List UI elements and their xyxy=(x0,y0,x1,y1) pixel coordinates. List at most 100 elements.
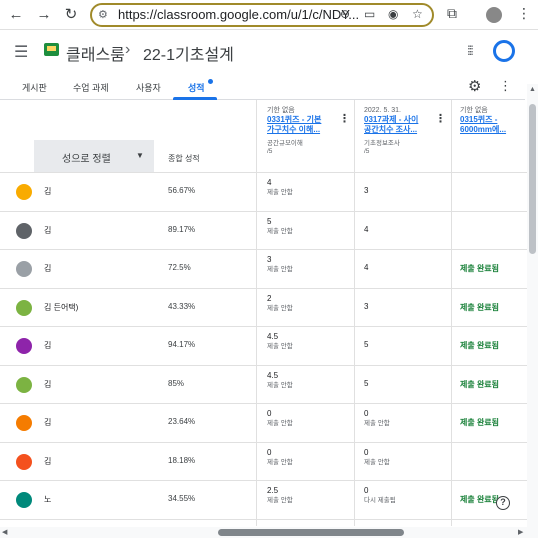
zoom-icon[interactable]: ⊖ xyxy=(340,7,350,21)
grade-cell[interactable]: 3 xyxy=(364,294,368,312)
grade-cell[interactable]: 5 xyxy=(267,525,271,527)
table-row: 김 23.64% 0 제출 안함 0 제출 안함 제출 완료됨 xyxy=(0,403,527,441)
grade-cell[interactable]: 2 제출 안함 xyxy=(267,294,293,313)
grade-cell[interactable]: 5 제출 안함 xyxy=(267,217,293,236)
grade-cell[interactable]: 4.5 제출 안함 xyxy=(267,332,293,351)
avatar[interactable] xyxy=(16,338,32,354)
student-name[interactable]: 김 xyxy=(44,225,51,236)
apps-grid-icon[interactable]: ⁞⁞⁞ xyxy=(467,43,474,58)
student-name[interactable]: 김 xyxy=(44,263,51,274)
submitted-status: 제출 완료됨 xyxy=(460,302,500,312)
tab-notification-dot xyxy=(208,79,213,84)
grade-cell[interactable]: 제출 완료됨 xyxy=(460,255,499,274)
scroll-thumb[interactable] xyxy=(529,104,536,254)
table-row: 김 든어택) 43.33% 2 제출 안함 3 제출 완료됨 xyxy=(0,287,527,326)
grade-cell[interactable]: 0 다시 제출됨 xyxy=(364,486,396,505)
grade-value: 4 xyxy=(364,224,369,234)
grade-cell[interactable]: 2.5 제출 안함 xyxy=(267,486,293,505)
address-url[interactable]: https://classroom.google.com/u/1/c/NDY..… xyxy=(118,7,359,22)
horizontal-scrollbar[interactable]: ◀ ▶ xyxy=(0,527,538,538)
tab-grades[interactable]: 성적 xyxy=(188,81,205,94)
grade-value: 5 xyxy=(364,340,369,349)
forward-icon[interactable]: → xyxy=(34,5,54,25)
settings-icon[interactable]: ⚙ xyxy=(468,77,481,95)
grade-cell[interactable]: 3 제출 안함 xyxy=(267,255,293,274)
student-name[interactable]: 김 xyxy=(44,456,51,467)
star-icon[interactable]: ☆ xyxy=(412,7,423,21)
student-name[interactable]: 노 xyxy=(44,494,51,505)
submission-status: 제출 안함 xyxy=(267,227,293,235)
more-vert-icon[interactable]: ⋮ xyxy=(435,112,446,125)
grade-cell[interactable]: 제출 완료됨 xyxy=(460,486,499,505)
grade-cell[interactable]: 제출 완료됨 xyxy=(460,371,499,390)
submitted-status: 제출 완료됨 xyxy=(460,495,500,504)
submission-status: 다시 제출됨 xyxy=(364,497,396,504)
table-row: 김 72.5% 3 제출 안함 4 제출 완료됨 xyxy=(0,249,527,287)
submission-status: 제출 안함 xyxy=(267,420,293,427)
scroll-left-icon[interactable]: ◀ xyxy=(2,528,7,536)
grade-cell[interactable]: 4 제출 안함 xyxy=(267,178,293,197)
avatar[interactable] xyxy=(16,184,32,200)
avatar[interactable] xyxy=(16,261,32,277)
class-title[interactable]: 22-1기초설계 xyxy=(143,41,234,65)
student-name[interactable]: 김 xyxy=(44,379,51,390)
browser-toolbar: ← → ↻ ⚙ https://classroom.google.com/u/1… xyxy=(0,0,538,30)
grade-cell[interactable]: 4 xyxy=(364,255,368,273)
grade-cell[interactable]: 0 제출 안함 xyxy=(267,448,293,467)
student-name[interactable]: 김 xyxy=(44,417,51,428)
student-name[interactable]: 김 xyxy=(44,186,51,197)
grade-cell[interactable]: 4.5 제출 안함 xyxy=(267,371,293,390)
help-icon[interactable]: ? xyxy=(496,496,510,510)
grade-cell[interactable]: 4 xyxy=(364,217,368,235)
chrome-menu-icon[interactable]: ⋮ xyxy=(517,5,531,22)
grade-cell[interactable]: 0 제출 안함 xyxy=(364,448,390,467)
grade-cell[interactable]: 5 xyxy=(364,332,368,350)
grade-cell[interactable]: 제출 완료됨 xyxy=(460,332,499,351)
grades-grid: 성으로 정렬 ▼ 종합 성적 기한 없음 0331퀴즈 - 기본 가구치수 이해… xyxy=(0,100,527,526)
avatar[interactable] xyxy=(16,222,32,239)
tab-people[interactable]: 사용자 xyxy=(136,81,161,94)
grade-cell[interactable]: 0 제출 안함 xyxy=(267,409,293,428)
cast-icon[interactable]: ▭ xyxy=(364,7,375,21)
more-vert-icon[interactable]: ⋮ xyxy=(339,112,350,125)
grade-value: 4.5 xyxy=(267,370,279,380)
classroom-logo-icon[interactable] xyxy=(44,43,59,56)
assignment-header: 기한 없음 0315퀴즈 - 6000mm에... xyxy=(460,106,527,135)
grade-cell[interactable]: 3 xyxy=(364,178,368,196)
more-vert-icon[interactable]: ⋮ xyxy=(499,78,512,94)
avatar[interactable] xyxy=(16,299,32,316)
tab-stream[interactable]: 게시판 xyxy=(22,81,47,94)
breadcrumb-separator: › xyxy=(125,41,131,58)
app-title[interactable]: 클래스룸 xyxy=(66,41,125,65)
avatar[interactable] xyxy=(16,453,32,470)
app-header: ☰ 클래스룸 › 22-1기초설계 ⁞⁞⁞ xyxy=(0,30,538,74)
menu-icon[interactable]: ☰ xyxy=(14,42,28,62)
screenshot-icon[interactable]: ◉ xyxy=(388,7,398,21)
overall-grade: 56.67% xyxy=(168,186,196,195)
submitted-status: 제출 완료됨 xyxy=(460,341,500,350)
avatar[interactable] xyxy=(16,376,32,393)
grade-cell[interactable]: 0 제출 안함 xyxy=(364,409,390,428)
grade-cell[interactable]: 제출 완료됨 xyxy=(460,409,499,428)
grade-value: 4 xyxy=(364,263,369,272)
site-info-icon[interactable]: ⚙ xyxy=(98,8,108,21)
address-bar[interactable]: ⚙ https://classroom.google.com/u/1/c/NDY… xyxy=(90,3,434,27)
student-name[interactable]: 김 xyxy=(44,340,51,351)
student-name[interactable]: 김 든어택) xyxy=(44,302,78,313)
avatar[interactable] xyxy=(16,415,32,431)
grade-cell[interactable]: 5 xyxy=(364,371,368,389)
tab-classwork[interactable]: 수업 과제 xyxy=(73,81,109,94)
grade-cell[interactable]: 제출 완료됨 xyxy=(460,294,499,313)
scroll-up-icon[interactable]: ▲ xyxy=(529,86,536,93)
assignment-title-link[interactable]: 0315퀴즈 - 6000mm에... xyxy=(460,115,527,135)
reload-icon[interactable]: ↻ xyxy=(61,5,81,25)
avatar[interactable] xyxy=(16,492,32,508)
back-icon[interactable]: ← xyxy=(6,5,26,25)
vertical-scrollbar[interactable]: ▲ xyxy=(527,84,538,528)
scroll-thumb[interactable] xyxy=(218,529,404,536)
scroll-right-icon[interactable]: ▶ xyxy=(518,528,523,536)
extensions-icon[interactable]: ⧉ xyxy=(447,5,457,22)
profile-icon[interactable] xyxy=(486,7,502,23)
user-avatar[interactable] xyxy=(493,40,515,62)
sort-dropdown[interactable]: 성으로 정렬 ▼ xyxy=(34,140,154,172)
